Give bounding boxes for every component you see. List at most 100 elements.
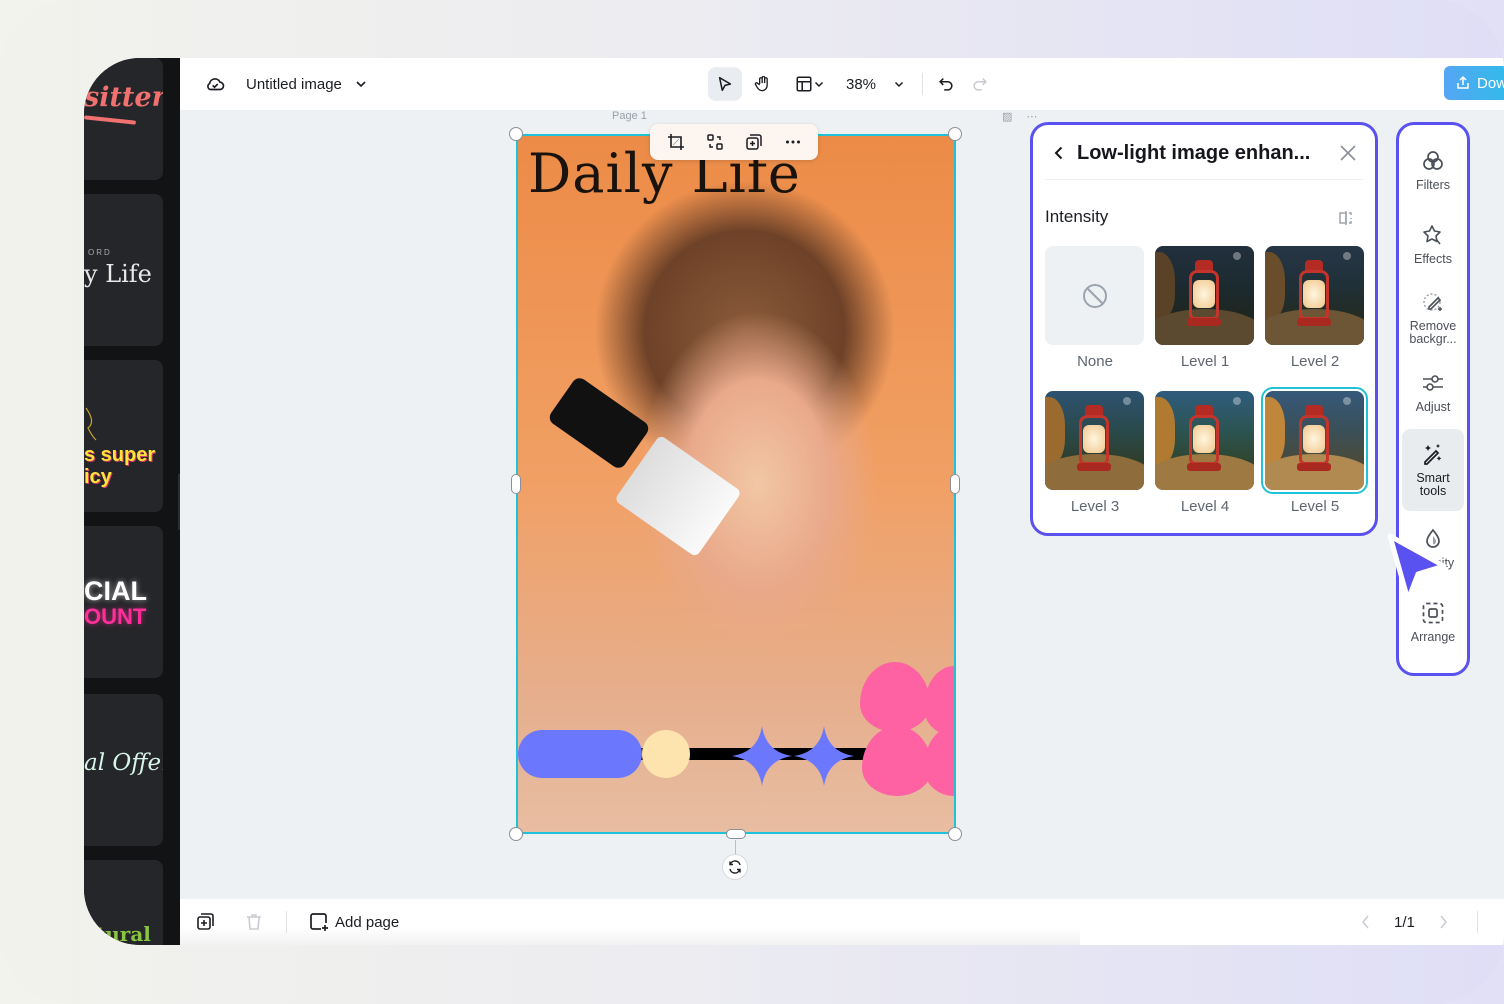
duplicate-page-icon[interactable] [196,912,216,932]
flower-petal [860,662,930,732]
intensity-option-level-5[interactable]: Level 5 [1261,387,1368,515]
template-text: CIAL [84,576,147,606]
screen-frame: sitter ORD y Life s super icy CIAL OUNT … [0,0,1504,1004]
resize-handle[interactable] [948,827,962,841]
select-tool-button[interactable] [708,67,742,101]
tool-label: Adjust [1415,399,1451,414]
next-page-icon[interactable] [1437,914,1449,930]
intensity-option-none[interactable]: None [1045,246,1145,370]
back-icon[interactable] [1051,145,1067,161]
add-page-icon [310,913,328,931]
cursor-pointer-icon [1387,533,1447,603]
flower-petal [924,726,954,796]
intensity-label: Intensity [1045,207,1109,226]
option-label: Level 1 [1180,353,1230,370]
duplicate-icon[interactable] [745,133,763,151]
templates-rail: sitter ORD y Life s super icy CIAL OUNT … [84,58,180,945]
pointer-icon [718,76,732,92]
more-icon[interactable]: ⋯ [1026,110,1037,123]
template-text: y Life [84,260,152,288]
template-text: icy [84,466,112,488]
option-label: Level 2 [1290,353,1340,370]
lantern-top [1195,405,1213,415]
resize-handle[interactable] [509,127,523,141]
panel-title: Low-light image enhan... [1077,141,1311,164]
tool-filters[interactable]: Filters [1402,133,1464,207]
chevron-down-icon [814,81,824,88]
template-text: al Offer [84,750,163,776]
chevron-down-icon [895,81,904,88]
smart-tools-icon [1424,444,1442,465]
template-card[interactable]: s super icy [84,360,163,512]
rotate-icon [729,860,741,874]
thumbnail [1265,246,1364,345]
moon [1233,252,1241,260]
divider [1045,179,1363,180]
redo-button[interactable] [963,67,997,101]
option-label: Level 3 [1070,498,1120,515]
lantern [1299,415,1329,465]
resize-handle[interactable] [726,829,746,839]
intensity-option-level-1[interactable]: Level 1 [1155,246,1255,370]
crop-icon[interactable] [667,133,685,151]
tool-label: Smart tools [1416,471,1450,498]
chevron-down-icon[interactable] [354,77,368,91]
flower-petal [862,726,932,796]
more-icon[interactable] [784,133,802,151]
intensity-option-level-3[interactable]: Level 3 [1045,391,1145,515]
replace-icon[interactable] [706,133,724,151]
template-card[interactable]: tural [84,860,163,945]
prev-page-icon[interactable] [1360,914,1372,930]
design-page[interactable]: Daily Life [516,134,956,834]
tool-label: Filters [1415,177,1451,192]
decor-pill [518,730,642,778]
rotate-stem [735,840,736,854]
lantern [1189,415,1219,465]
resize-handle[interactable] [511,474,521,494]
tool-remove-background[interactable]: Remove backgr... [1402,281,1464,355]
low-light-enhance-panel: Low-light image enhan... Intensity None [1030,122,1378,536]
template-card[interactable]: CIAL OUNT [84,526,163,678]
page-count: 1/1 [1394,913,1415,931]
tool-smart-tools[interactable]: Smart tools [1402,429,1464,511]
document-title[interactable]: Untitled image [246,76,342,93]
template-text: ORD [88,248,112,257]
trash-icon[interactable] [244,912,264,932]
bottom-bar: Add page 1/1 [180,899,1504,945]
close-icon[interactable] [1339,144,1357,162]
template-card[interactable]: ORD y Life [84,194,163,346]
lantern-base [1297,463,1331,471]
upload-icon [1457,75,1469,89]
divider [286,911,287,933]
add-page-button[interactable]: Add page [309,912,399,932]
template-text: OUNT [84,604,147,629]
resize-handle[interactable] [950,474,960,494]
resize-handle[interactable] [948,127,962,141]
page-label: Page 1 [612,110,647,122]
lantern-base [1077,463,1111,471]
cloud-check-icon[interactable] [204,73,226,95]
zoom-dropdown[interactable] [882,67,916,101]
tool-effects[interactable]: Effects [1402,207,1464,281]
download-all-button[interactable]: Download all [1444,66,1504,100]
compare-icon[interactable] [1337,209,1355,227]
template-text: s super [84,444,156,466]
zoom-level[interactable]: 38% [846,76,876,93]
hand-tool-button[interactable] [746,67,780,101]
top-bar: Untitled image 38% Dow [180,58,1504,110]
lantern-base [1297,318,1331,326]
decor-circle [642,730,690,778]
intensity-option-level-4[interactable]: Level 4 [1155,391,1255,515]
undo-button[interactable] [929,67,963,101]
template-card[interactable]: sitter [84,58,163,180]
template-card[interactable]: al Offer [84,694,163,846]
option-label: Level 5 [1290,498,1340,515]
tool-adjust[interactable]: Adjust [1402,355,1464,429]
lantern-top [1195,260,1213,270]
intensity-option-level-2[interactable]: Level 2 [1265,246,1365,370]
resize-handle[interactable] [509,827,523,841]
page-image-icon[interactable]: ▨ [1002,110,1012,123]
rotate-handle[interactable] [722,854,748,880]
layout-button[interactable] [788,67,832,101]
template-text: tural [96,922,151,945]
